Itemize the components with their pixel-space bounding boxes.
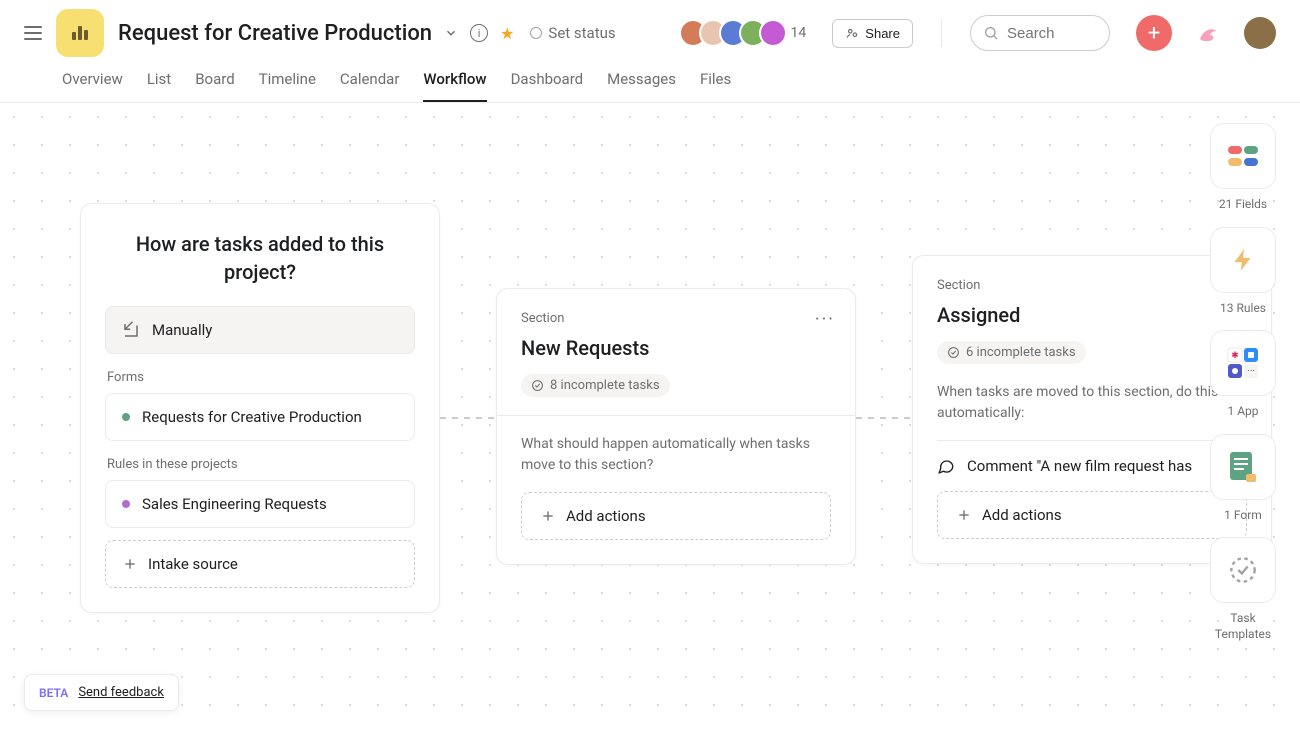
tab-messages[interactable]: Messages — [607, 70, 676, 102]
user-avatar[interactable] — [1244, 17, 1276, 49]
tab-workflow[interactable]: Workflow — [423, 70, 486, 102]
section-hint: When tasks are moved to this section, do… — [937, 382, 1247, 424]
intake-card: How are tasks added to this project? Man… — [80, 203, 440, 613]
intake-source-label: Intake source — [148, 555, 238, 573]
celebration-icon[interactable] — [1196, 21, 1220, 45]
rail-templates[interactable] — [1210, 537, 1276, 603]
action-text: Comment "A new film request has — [967, 457, 1192, 475]
tab-board[interactable]: Board — [195, 70, 234, 102]
tab-files[interactable]: Files — [700, 70, 731, 102]
rules-label: Rules in these projects — [107, 457, 415, 472]
arrow-in-icon — [122, 321, 140, 339]
lightning-icon — [1230, 245, 1256, 275]
menu-icon[interactable] — [24, 26, 42, 40]
add-actions-button[interactable]: Add actions — [521, 492, 831, 540]
rail-forms[interactable] — [1210, 434, 1276, 500]
rail-templates-label: Task Templates — [1210, 611, 1276, 642]
tab-overview[interactable]: Overview — [62, 70, 123, 102]
action-comment[interactable]: Comment "A new film request has — [937, 440, 1247, 491]
form-name: Requests for Creative Production — [142, 408, 362, 426]
add-actions-button[interactable]: Add actions — [937, 491, 1247, 539]
add-actions-label: Add actions — [982, 506, 1062, 524]
tab-bar: Overview List Board Timeline Calendar Wo… — [0, 56, 1300, 103]
manually-option[interactable]: Manually — [105, 306, 415, 354]
set-status-label: Set status — [548, 24, 615, 42]
manually-label: Manually — [152, 321, 212, 339]
tab-calendar[interactable]: Calendar — [340, 70, 400, 102]
tab-timeline[interactable]: Timeline — [259, 70, 316, 102]
intake-heading: How are tasks added to this project? — [105, 230, 415, 286]
right-rail: 21 Fields 13 Rules ✱ ··· 1 App — [1210, 123, 1276, 643]
connector — [856, 417, 914, 419]
svg-text:✱: ✱ — [1231, 351, 1239, 361]
rail-rules-label: 13 Rules — [1220, 301, 1266, 317]
divider — [941, 19, 942, 47]
plus-icon — [122, 556, 138, 572]
rail-apps-label: 1 App — [1227, 404, 1258, 420]
send-feedback-link[interactable]: Send feedback — [78, 685, 164, 700]
avatar — [759, 19, 787, 47]
section-label: Section — [937, 278, 1247, 293]
template-icon — [1229, 556, 1257, 584]
form-item[interactable]: Requests for Creative Production — [105, 393, 415, 441]
share-button[interactable]: Share — [832, 19, 913, 48]
share-label: Share — [865, 26, 900, 41]
comment-icon — [937, 457, 955, 475]
incomplete-pill[interactable]: 8 incomplete tasks — [521, 374, 670, 397]
plus-icon — [540, 508, 556, 524]
pill-text: 6 incomplete tasks — [966, 345, 1076, 360]
member-count: 14 — [791, 25, 807, 41]
search-field[interactable] — [1007, 25, 1087, 42]
rail-apps[interactable]: ✱ ··· — [1210, 330, 1276, 396]
pill-text: 8 incomplete tasks — [550, 378, 660, 393]
section-label: Section — [521, 311, 831, 326]
check-circle-icon — [947, 346, 960, 359]
project-icon — [56, 9, 104, 57]
section-new-requests: ··· Section New Requests 8 incomplete ta… — [496, 288, 856, 565]
dot-icon — [122, 500, 130, 508]
forms-label: Forms — [107, 370, 415, 385]
member-avatars[interactable]: 14 — [687, 19, 807, 47]
search-icon — [983, 25, 999, 41]
beta-badge: BETA Send feedback — [24, 674, 179, 711]
dot-icon — [122, 413, 130, 421]
add-button[interactable]: + — [1136, 15, 1172, 51]
search-input[interactable] — [970, 15, 1110, 51]
rail-fields-label: 21 Fields — [1219, 197, 1267, 213]
add-actions-label: Add actions — [566, 507, 646, 525]
section-hint: What should happen automatically when ta… — [521, 434, 831, 476]
rail-forms-label: 1 Form — [1224, 508, 1262, 524]
connector — [440, 417, 498, 419]
svg-text:···: ··· — [1247, 366, 1255, 377]
set-status-button[interactable]: Set status — [530, 24, 615, 42]
rule-name: Sales Engineering Requests — [142, 495, 327, 513]
plus-icon — [956, 507, 972, 523]
section-title: New Requests — [521, 336, 831, 360]
apps-icon: ✱ ··· — [1224, 344, 1262, 382]
fields-icon — [1226, 144, 1260, 168]
section-title: Assigned — [937, 303, 1247, 327]
info-icon[interactable]: i — [470, 24, 488, 42]
check-circle-icon — [531, 379, 544, 392]
beta-tag: BETA — [39, 686, 68, 700]
rail-rules[interactable] — [1210, 227, 1276, 293]
more-icon[interactable]: ··· — [815, 309, 835, 330]
project-title[interactable]: Request for Creative Production — [118, 21, 432, 46]
chevron-down-icon[interactable] — [444, 26, 458, 40]
incomplete-pill[interactable]: 6 incomplete tasks — [937, 341, 1086, 364]
tab-dashboard[interactable]: Dashboard — [511, 70, 584, 102]
star-icon[interactable]: ★ — [500, 24, 514, 43]
rail-fields[interactable] — [1210, 123, 1276, 189]
form-icon — [1228, 450, 1258, 484]
rule-item[interactable]: Sales Engineering Requests — [105, 480, 415, 528]
tab-list[interactable]: List — [147, 70, 171, 102]
add-intake-source[interactable]: Intake source — [105, 540, 415, 588]
